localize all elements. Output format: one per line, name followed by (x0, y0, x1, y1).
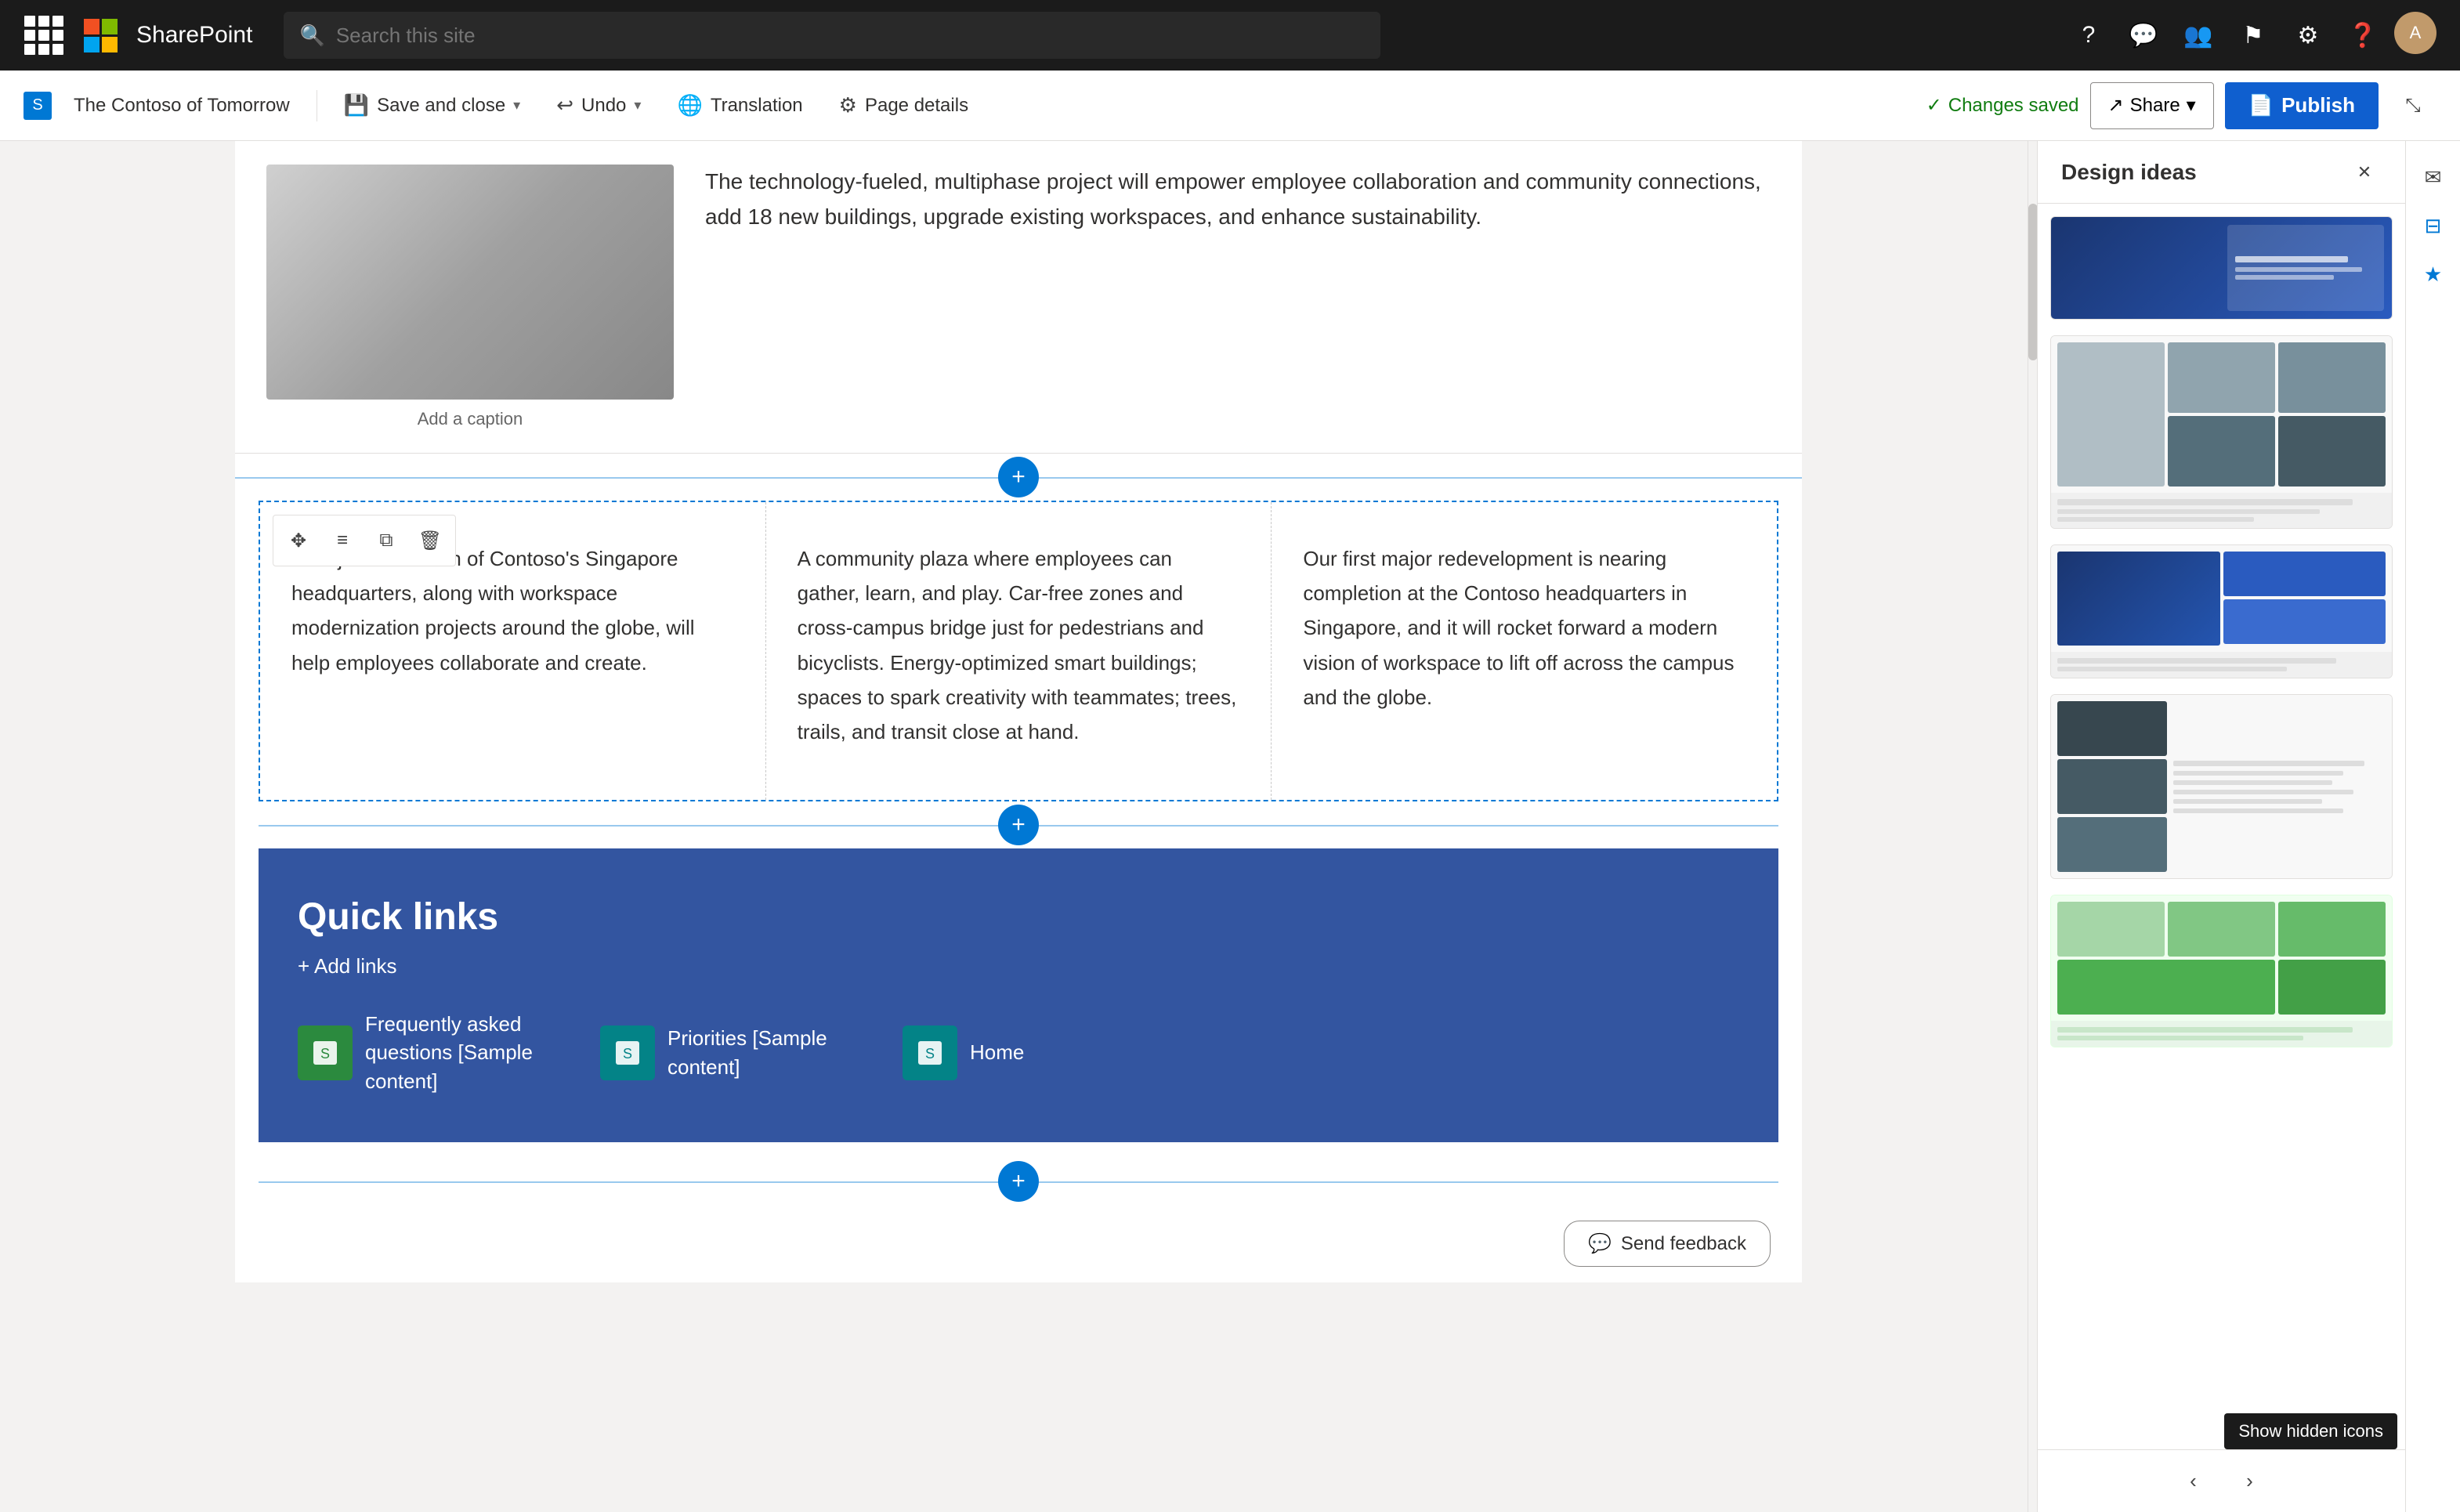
svg-text:S: S (925, 1046, 935, 1062)
three-col-section: ✥ ≡ ⧉ 🗑 A major renovation of Contoso's … (259, 501, 1778, 801)
save-close-button[interactable]: 💾 Save and close ▾ (330, 82, 535, 129)
duplicate-section-button[interactable]: ⧉ (366, 520, 407, 561)
command-bar: S The Contoso of Tomorrow 💾 Save and clo… (0, 71, 2460, 141)
show-hidden-tooltip: Show hidden icons (2224, 1413, 2397, 1449)
share-chevron-icon: ▾ (2187, 94, 2196, 117)
add-icon-3[interactable]: + (998, 1161, 1039, 1202)
design-idea-1[interactable] (2050, 216, 2393, 320)
link-label-2: Priorities [Sample content] (667, 1024, 871, 1081)
save-chevron-icon: ▾ (513, 97, 520, 114)
link-icon-2: S (600, 1025, 655, 1080)
top-bar-icons: ? 💬 👥 ⚑ ⚙ ❓ A (2065, 12, 2436, 59)
undo-icon: ↩ (556, 93, 573, 118)
section-toolbar: ✥ ≡ ⧉ 🗑 (273, 515, 456, 566)
right-rail: ✉ ⊟ ★ (2405, 141, 2460, 1512)
design-idea-4[interactable] (2050, 694, 2393, 879)
panel-title: Design ideas (2061, 160, 2197, 185)
share-button[interactable]: ↗ Share ▾ (2090, 82, 2214, 129)
rail-mail-icon[interactable]: ✉ (2413, 157, 2454, 197)
search-icon: 🔍 (299, 24, 324, 48)
links-grid: S Frequently asked questions [Sample con… (298, 1010, 1739, 1095)
link-icon-1: S (298, 1025, 353, 1080)
save-icon: 💾 (344, 93, 369, 118)
translation-icon: 🌐 (677, 93, 702, 118)
link-item-2[interactable]: S Priorities [Sample content] (600, 1010, 871, 1095)
top-bar: SharePoint 🔍 ? 💬 👥 ⚑ ⚙ ❓ A (0, 0, 2460, 71)
quick-links-section: Quick links + Add links S Frequently ask… (259, 848, 1778, 1142)
details-icon: ⚙ (839, 93, 857, 118)
article-image (266, 165, 674, 400)
feedback-icon-btn: 💬 (1588, 1232, 1612, 1255)
microsoft-logo[interactable] (80, 15, 121, 56)
cmd-right-area: ✓ Changes saved ↗ Share ▾ 📄 Publish ⤡ (1926, 82, 2436, 129)
design-ideas-list[interactable] (2038, 204, 2405, 1449)
link-label-1: Frequently asked questions [Sample conte… (365, 1010, 569, 1095)
image-caption[interactable]: Add a caption (418, 409, 523, 429)
checkmark-icon: ✓ (1926, 94, 1942, 117)
waffle-menu[interactable] (24, 15, 64, 56)
translation-button[interactable]: 🌐 Translation (663, 82, 816, 129)
site-icon: S (24, 92, 52, 120)
column-2[interactable]: A community plaza where employees can ga… (766, 502, 1272, 800)
move-section-button[interactable]: ✥ (278, 520, 319, 561)
add-links-button[interactable]: + Add links (298, 954, 1739, 978)
design-idea-5[interactable] (2050, 895, 2393, 1047)
settings-icon[interactable]: ⚙ (2285, 12, 2332, 59)
section-settings-button[interactable]: ≡ (322, 520, 363, 561)
undo-button[interactable]: ↩ Undo ▾ (542, 82, 655, 129)
add-icon-2[interactable]: + (998, 805, 1039, 845)
flag-icon[interactable]: ⚑ (2230, 12, 2277, 59)
avatar[interactable]: A (2394, 12, 2436, 54)
send-feedback-button[interactable]: 💬 Send feedback (1564, 1221, 1771, 1267)
undo-chevron-icon: ▾ (634, 97, 641, 114)
editor-content: Add a caption The technology-fueled, mul… (235, 141, 1802, 1282)
image-text-section: Add a caption The technology-fueled, mul… (235, 141, 1802, 454)
publish-button[interactable]: 📄 Publish (2225, 82, 2379, 129)
prev-ideas-button[interactable]: ‹ (2173, 1461, 2214, 1502)
design-idea-2[interactable] (2050, 335, 2393, 529)
changes-saved-indicator: ✓ Changes saved (1926, 94, 2079, 117)
panel-header: Design ideas ✕ (2038, 141, 2405, 204)
editor-area[interactable]: Add a caption The technology-fueled, mul… (0, 141, 2037, 1512)
people-icon[interactable]: 👥 (2175, 12, 2222, 59)
svg-text:S: S (623, 1046, 632, 1062)
article-para-1: The technology-fueled, multiphase projec… (705, 165, 1771, 235)
quick-links-title: Quick links (298, 895, 1739, 939)
columns-container: A major renovation of Contoso's Singapor… (260, 502, 1777, 800)
share-icon: ↗ (2108, 94, 2124, 117)
add-section-button-3[interactable]: + (259, 1158, 1778, 1205)
feedback-icon[interactable]: 💬 (2120, 12, 2167, 59)
column-3[interactable]: Our first major redevelopment is nearing… (1272, 502, 1777, 800)
article-text: The technology-fueled, multiphase projec… (674, 165, 1771, 429)
app-name: SharePoint (136, 22, 252, 49)
link-item-1[interactable]: S Frequently asked questions [Sample con… (298, 1010, 569, 1095)
link-item-3[interactable]: S Home (903, 1010, 1024, 1095)
svg-text:S: S (320, 1046, 330, 1062)
search-box[interactable]: 🔍 (284, 12, 1380, 59)
rail-layout-icon[interactable]: ⊟ (2413, 205, 2454, 246)
link-label-3: Home (970, 1038, 1024, 1066)
search-input[interactable] (336, 24, 1366, 48)
add-section-button-1[interactable]: + (235, 454, 1802, 501)
collapse-button[interactable]: ⤡ (2389, 82, 2436, 129)
scrollbar-track[interactable] (2028, 141, 2037, 1512)
design-ideas-panel: Design ideas ✕ (2037, 141, 2405, 1512)
link-icon-3: S (903, 1025, 957, 1080)
publish-icon: 📄 (2248, 93, 2274, 118)
question-icon[interactable]: ❓ (2339, 12, 2386, 59)
delete-section-button[interactable]: 🗑 (410, 520, 450, 561)
panel-close-button[interactable]: ✕ (2347, 155, 2382, 190)
design-idea-3[interactable] (2050, 544, 2393, 678)
help-icon[interactable]: ? (2065, 12, 2112, 59)
rail-star-icon[interactable]: ★ (2413, 254, 2454, 295)
main-area: Add a caption The technology-fueled, mul… (0, 141, 2460, 1512)
site-name[interactable]: The Contoso of Tomorrow (60, 82, 304, 129)
add-section-button-2[interactable]: + (259, 801, 1778, 848)
scrollbar-thumb[interactable] (2028, 204, 2037, 360)
page-details-button[interactable]: ⚙ Page details (825, 82, 982, 129)
next-ideas-button[interactable]: › (2230, 1461, 2270, 1502)
add-icon-1[interactable]: + (998, 457, 1039, 497)
feedback-area: 💬 Send feedback (235, 1205, 1802, 1282)
